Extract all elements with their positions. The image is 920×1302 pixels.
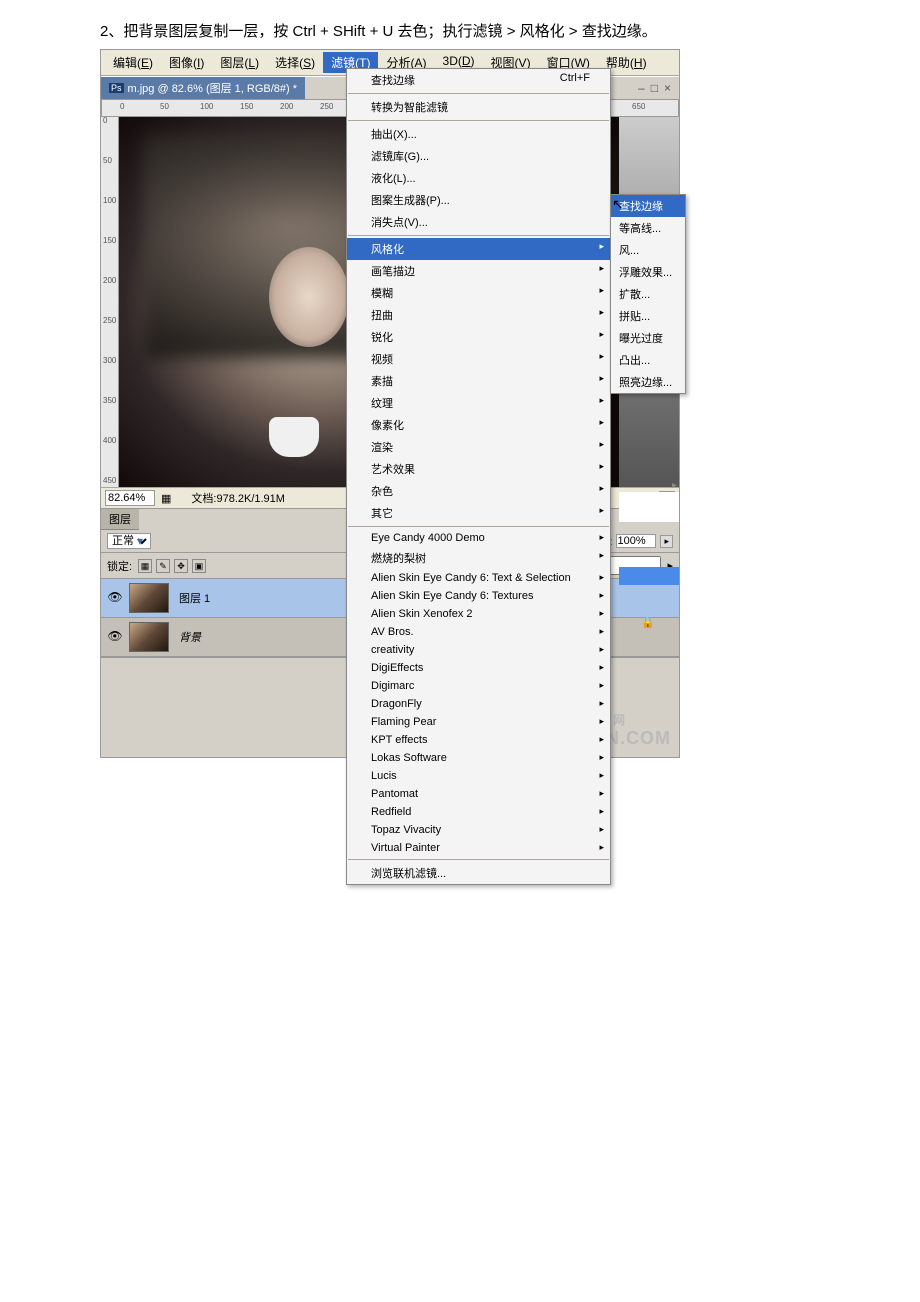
opacity-arrow[interactable]: ▸	[660, 535, 673, 548]
lock-all-icon[interactable]: ▣	[192, 559, 206, 573]
minimize-icon[interactable]: –	[638, 81, 645, 95]
lock-pixels-icon[interactable]: ✎	[156, 559, 170, 573]
menu-plugin[interactable]: Flaming Pear	[347, 713, 610, 731]
menu-convert-smart[interactable]: 转换为智能滤镜	[347, 96, 610, 118]
layers-tab[interactable]: 图层	[101, 509, 139, 530]
menu-vanishing-point[interactable]: 消失点(V)...	[347, 211, 610, 233]
window-controls: – □ ×	[630, 78, 679, 98]
menu-plugin[interactable]: DragonFly	[347, 695, 610, 713]
lock-position-icon[interactable]: ✥	[174, 559, 188, 573]
photoshop-window: 编辑(E) 图像(I) 图层(L) 选择(S) 滤镜(T) 分析(A) 3D(D…	[100, 49, 680, 758]
menu-plugin[interactable]: Virtual Painter	[347, 839, 610, 857]
right-blue-bar	[619, 567, 679, 585]
submenu-emboss[interactable]: 浮雕效果...	[611, 261, 685, 283]
menu-extract[interactable]: 抽出(X)...	[347, 123, 610, 145]
menu-find-edges-repeat[interactable]: 查找边缘 Ctrl+F	[347, 69, 610, 91]
menu-plugin[interactable]: AV Bros.	[347, 623, 610, 641]
menu-noise[interactable]: 杂色	[347, 480, 610, 502]
menu-texture[interactable]: 纹理	[347, 392, 610, 414]
visibility-icon[interactable]: 👁	[107, 590, 123, 606]
menu-edit[interactable]: 编辑(E)	[105, 52, 161, 73]
menu-sketch[interactable]: 素描	[347, 370, 610, 392]
filter-menu: 查找边缘 Ctrl+F 转换为智能滤镜 抽出(X)... 滤镜库(G)... 液…	[346, 68, 611, 885]
lock-label: 锁定:	[107, 558, 132, 574]
menu-plugin[interactable]: creativity	[347, 641, 610, 659]
zoom-input[interactable]	[105, 490, 155, 506]
menu-plugin[interactable]: KPT effects	[347, 731, 610, 749]
menu-plugin[interactable]: Lokas Software	[347, 749, 610, 767]
menu-plugin[interactable]: Lucis	[347, 767, 610, 785]
ps-icon: Ps	[109, 83, 124, 93]
submenu-diffuse[interactable]: 扩散...	[611, 283, 685, 305]
menu-other[interactable]: 其它	[347, 502, 610, 524]
menu-stylize[interactable]: 风格化	[347, 238, 610, 260]
menu-plugin[interactable]: Alien Skin Xenofex 2	[347, 605, 610, 623]
doc-icon: ▦	[161, 492, 171, 505]
blend-mode-select[interactable]: 正常	[107, 533, 151, 549]
scroll-indicator: ▸	[672, 480, 677, 491]
layer-thumbnail[interactable]	[129, 583, 169, 613]
menu-plugin[interactable]: 燃烧的梨树	[347, 547, 610, 569]
submenu-contour[interactable]: 等高线...	[611, 217, 685, 239]
menu-sharpen[interactable]: 锐化	[347, 326, 610, 348]
menu-pattern-maker[interactable]: 图案生成器(P)...	[347, 189, 610, 211]
vertical-ruler[interactable]: 0 50 100 150 200 250 300 350 400 450	[101, 117, 119, 487]
menu-plugin[interactable]: DigiEffects	[347, 659, 610, 677]
menu-plugin[interactable]: Pantomat	[347, 785, 610, 803]
maximize-icon[interactable]: □	[651, 81, 658, 95]
submenu-wind[interactable]: 风...	[611, 239, 685, 261]
visibility-icon[interactable]: 👁	[107, 629, 123, 645]
menu-image[interactable]: 图像(I)	[161, 52, 212, 73]
menu-render[interactable]: 渲染	[347, 436, 610, 458]
menu-video[interactable]: 视频	[347, 348, 610, 370]
menu-brush-strokes[interactable]: 画笔描边	[347, 260, 610, 282]
menu-blur[interactable]: 模糊	[347, 282, 610, 304]
menu-liquify[interactable]: 液化(L)...	[347, 167, 610, 189]
menu-plugin[interactable]: Eye Candy 4000 Demo	[347, 529, 610, 547]
close-icon[interactable]: ×	[664, 81, 671, 95]
layer-thumbnail[interactable]	[129, 622, 169, 652]
document-tab[interactable]: Ps m.jpg @ 82.6% (图层 1, RGB/8#) *	[101, 77, 305, 99]
stylize-submenu: 查找边缘 等高线... 风... 浮雕效果... 扩散... 拼贴... 曝光过…	[610, 194, 686, 394]
menu-plugin[interactable]: Redfield	[347, 803, 610, 821]
menu-artistic[interactable]: 艺术效果	[347, 458, 610, 480]
cursor-icon: ↖	[612, 196, 624, 213]
menu-layer[interactable]: 图层(L)	[212, 52, 267, 73]
layer-name[interactable]: 图层 1	[179, 590, 210, 606]
menu-plugin[interactable]: Topaz Vivacity	[347, 821, 610, 839]
instruction-text: 2、把背景图层复制一层，按 Ctrl + SHift + U 去色；执行滤镜 >…	[100, 20, 820, 41]
menu-filter-gallery[interactable]: 滤镜库(G)...	[347, 145, 610, 167]
opacity-input[interactable]	[616, 534, 656, 548]
menu-select[interactable]: 选择(S)	[267, 52, 323, 73]
menu-plugin[interactable]: Alien Skin Eye Candy 6: Textures	[347, 587, 610, 605]
document-info: 文档:978.2K/1.91M	[191, 490, 285, 506]
menu-distort[interactable]: 扭曲	[347, 304, 610, 326]
submenu-glowing-edges[interactable]: 照亮边缘...	[611, 371, 685, 393]
menu-plugin[interactable]: Alien Skin Eye Candy 6: Text & Selection	[347, 569, 610, 587]
lock-transparent-icon[interactable]: ▦	[138, 559, 152, 573]
menu-plugin[interactable]: Digimarc	[347, 677, 610, 695]
submenu-extrude[interactable]: 凸出...	[611, 349, 685, 371]
layer-name[interactable]: 背景	[179, 629, 201, 645]
submenu-tiles[interactable]: 拼贴...	[611, 305, 685, 327]
right-white-strip	[619, 492, 679, 522]
submenu-solarize[interactable]: 曝光过度	[611, 327, 685, 349]
menu-browse-online[interactable]: 浏览联机滤镜...	[347, 862, 610, 884]
menu-pixelate[interactable]: 像素化	[347, 414, 610, 436]
lock-icon: 🔒	[641, 616, 655, 629]
